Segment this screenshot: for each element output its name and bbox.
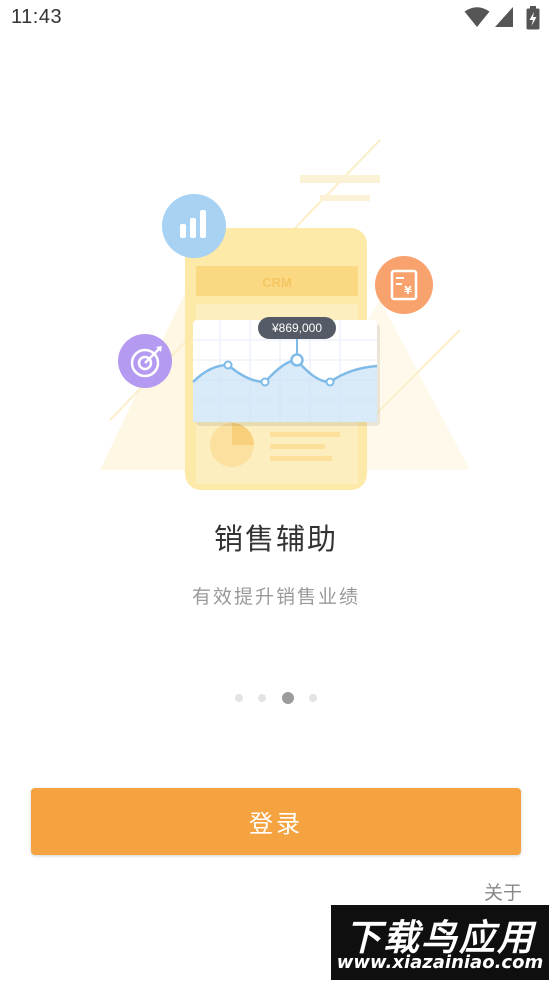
page-dot-2[interactable]: [258, 693, 267, 702]
login-button[interactable]: 登录: [31, 788, 521, 855]
onboarding-illustration: CRM ¥869,000 ¥: [80, 120, 480, 490]
page-dot-3-active[interactable]: [281, 691, 294, 704]
svg-text:¥: ¥: [404, 284, 412, 297]
page-dot-4[interactable]: [308, 693, 317, 702]
status-bar: 11:43: [0, 0, 552, 38]
page-indicator: [0, 687, 552, 707]
watermark-logo: 下载鸟应用 www.xiazainiao.com: [331, 905, 549, 980]
slide-subtitle: 有效提升销售业绩: [191, 586, 360, 608]
invoice-yuan-icon: ¥: [375, 256, 433, 314]
login-button-label: 登录: [249, 810, 303, 838]
wifi-icon: [464, 7, 490, 27]
price-tag-label: ¥869,000: [271, 321, 322, 335]
page-dot-1[interactable]: [235, 693, 244, 702]
bar-chart-icon: [162, 194, 226, 258]
slide-title: 销售辅助: [213, 522, 338, 556]
phone-label: CRM: [262, 275, 292, 290]
status-time: 11:43: [11, 6, 63, 28]
battery-charging-icon: [526, 6, 540, 30]
target-icon: [118, 334, 172, 388]
cell-signal-icon: [495, 7, 513, 27]
watermark-url: www.xiazainiao.com: [336, 952, 544, 973]
about-link[interactable]: 关于: [484, 878, 522, 905]
